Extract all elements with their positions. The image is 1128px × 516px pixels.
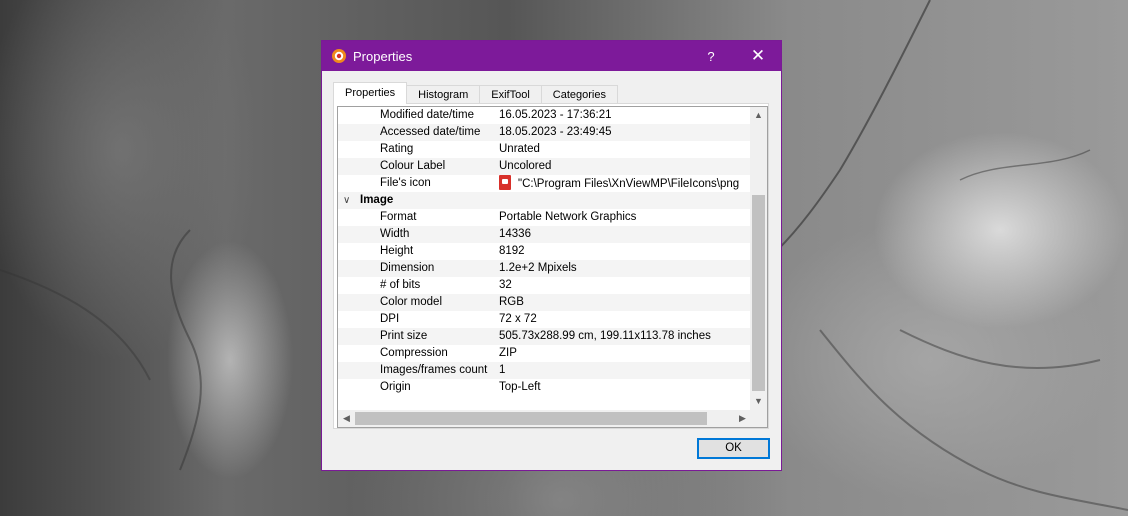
app-logo-icon (331, 48, 347, 64)
property-value: 1.2e+2 Mpixels (499, 262, 577, 274)
properties-list[interactable]: Modified date/time 16.05.2023 - 17:36:21… (337, 106, 768, 428)
scroll-left-icon[interactable]: ◀ (338, 410, 355, 427)
list-item[interactable]: DPI 72 x 72 (338, 311, 751, 328)
ok-button[interactable]: OK (697, 438, 770, 459)
tab-properties[interactable]: Properties (333, 82, 408, 104)
property-key: Accessed date/time (380, 126, 481, 138)
list-item[interactable]: Dimension 1.2e+2 Mpixels (338, 260, 751, 277)
list-item[interactable]: # of bits 32 (338, 277, 751, 294)
property-key: Colour Label (380, 160, 446, 172)
property-key: Color model (380, 296, 442, 308)
property-key: Format (380, 211, 417, 223)
property-value-with-icon: "C:\Program Files\XnViewMP\FileIcons\png (499, 175, 739, 193)
property-key: Compression (380, 347, 448, 359)
property-key: Width (380, 228, 410, 240)
tab-categories[interactable]: Categories (540, 85, 618, 104)
scroll-right-icon[interactable]: ▶ (734, 410, 751, 427)
list-item[interactable]: Height 8192 (338, 243, 751, 260)
chevron-down-icon[interactable]: ∨ (343, 192, 350, 209)
property-value: Uncolored (499, 160, 552, 172)
list-item[interactable]: Format Portable Network Graphics (338, 209, 751, 226)
property-key: Print size (380, 330, 428, 342)
png-file-icon (499, 175, 511, 190)
property-key: Height (380, 245, 414, 257)
property-value: 14336 (499, 228, 531, 240)
help-button[interactable]: ? (697, 41, 725, 71)
scroll-up-icon[interactable]: ▲ (750, 107, 767, 124)
property-key: Rating (380, 143, 414, 155)
properties-rows: Modified date/time 16.05.2023 - 17:36:21… (338, 107, 751, 396)
property-key: Origin (380, 381, 411, 393)
close-button[interactable]: ✕ (743, 41, 773, 71)
list-item[interactable]: File's icon "C:\Program Files\XnViewMP\F… (338, 175, 751, 192)
list-item[interactable]: Color model RGB (338, 294, 751, 311)
property-value: Unrated (499, 143, 540, 155)
list-item[interactable]: Width 14336 (338, 226, 751, 243)
list-item[interactable]: Accessed date/time 18.05.2023 - 23:49:45 (338, 124, 751, 141)
tab-histogram[interactable]: Histogram (406, 85, 481, 104)
list-item[interactable]: Compression ZIP (338, 345, 751, 362)
tab-exiftool[interactable]: ExifTool (479, 85, 542, 104)
list-item[interactable]: Rating Unrated (338, 141, 751, 158)
scrollbar-corner (750, 410, 767, 427)
horizontal-scroll-thumb[interactable] (355, 412, 707, 425)
list-item[interactable]: Colour Label Uncolored (338, 158, 751, 175)
group-header-image[interactable]: ∨ Image (338, 192, 751, 209)
tab-strip: Properties Histogram ExifTool Categories (333, 82, 618, 104)
property-value: 1 (499, 364, 506, 376)
property-value: 8192 (499, 245, 525, 257)
property-key: DPI (380, 313, 400, 325)
property-value: 505.73x288.99 cm, 199.11x113.78 inches (499, 330, 711, 342)
property-value: RGB (499, 296, 524, 308)
property-value: Portable Network Graphics (499, 211, 637, 223)
list-item[interactable]: Modified date/time 16.05.2023 - 17:36:21 (338, 107, 751, 124)
title-bar[interactable]: Properties ? ✕ (322, 41, 781, 71)
property-value: 18.05.2023 - 23:49:45 (499, 126, 612, 138)
property-value: 72 x 72 (499, 313, 537, 325)
property-value: "C:\Program Files\XnViewMP\FileIcons\png (518, 178, 740, 190)
list-item[interactable]: Images/frames count 1 (338, 362, 751, 379)
list-item[interactable]: Origin Top-Left (338, 379, 751, 396)
property-key: # of bits (380, 279, 421, 291)
vertical-scrollbar[interactable]: ▲ ▼ (750, 107, 767, 410)
properties-panel: Modified date/time 16.05.2023 - 17:36:21… (333, 103, 769, 429)
window-title: Properties (353, 48, 413, 64)
properties-dialog: Properties ? ✕ Properties Histogram Exif… (321, 40, 782, 471)
group-label: Image (360, 194, 394, 206)
property-value: 32 (499, 279, 512, 291)
vertical-scroll-thumb[interactable] (752, 195, 765, 391)
horizontal-scrollbar[interactable]: ◀ ▶ (338, 410, 751, 427)
property-value: ZIP (499, 347, 517, 359)
property-value: Top-Left (499, 381, 541, 393)
list-item[interactable]: Print size 505.73x288.99 cm, 199.11x113.… (338, 328, 751, 345)
property-key: Images/frames count (380, 364, 488, 376)
property-key: File's icon (380, 177, 431, 189)
property-key: Dimension (380, 262, 435, 274)
property-value: 16.05.2023 - 17:36:21 (499, 109, 612, 121)
property-key: Modified date/time (380, 109, 474, 121)
scroll-down-icon[interactable]: ▼ (750, 393, 767, 410)
